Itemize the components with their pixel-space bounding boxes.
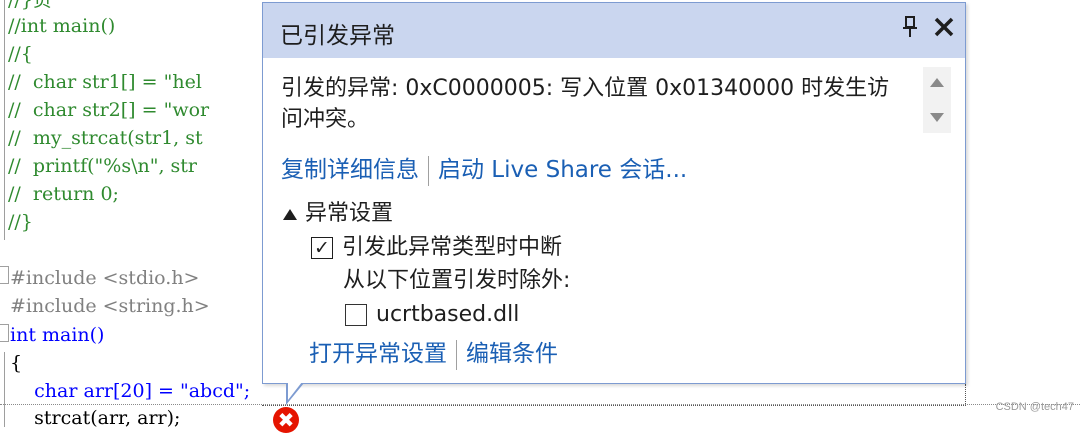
code-text: //{	[8, 43, 33, 65]
except-text: 从以下位置引发时除外:	[343, 268, 571, 293]
ucrtbased-label: ucrtbased.dll	[376, 302, 520, 327]
code-text: char arr[20] = "abcd";	[10, 380, 251, 402]
exception-message: 引发的异常: 0xC0000005: 写入位置 0x01340000 时发生访问…	[281, 76, 890, 132]
code-line: // char str1[] = "hel	[8, 68, 202, 96]
message-scrollbar[interactable]	[923, 67, 951, 133]
exception-settings-label: 异常设置	[305, 201, 394, 226]
code-line: // printf("%s\n", str	[8, 152, 197, 180]
code-text: #include <string.h>	[10, 295, 210, 317]
code-text: // char str2[] = "wor	[8, 99, 210, 121]
pin-icon-svg	[903, 16, 917, 37]
code-line: {	[10, 349, 22, 377]
fold-marker[interactable]	[0, 324, 9, 342]
ucrtbased-checkbox[interactable]	[345, 304, 367, 326]
code-text: // char str1[] = "hel	[8, 71, 202, 93]
break-on-exception-label: 引发此异常类型时中断	[342, 235, 563, 260]
code-line: // return 0;	[8, 180, 119, 208]
copy-details-link[interactable]: 复制详细信息	[281, 157, 419, 183]
module-exclusion-row[interactable]: ucrtbased.dll	[345, 300, 519, 330]
code-text: {	[10, 352, 23, 374]
scroll-down-icon[interactable]	[930, 113, 944, 122]
watermark: CSDN @tech47	[995, 401, 1074, 413]
code-line: #include <stdio.h>	[10, 264, 199, 292]
live-share-link[interactable]: 启动 Live Share 会话...	[438, 157, 687, 183]
fold-guide	[4, 0, 5, 240]
popup-pointer-fill	[288, 382, 302, 400]
open-exception-settings-link[interactable]: 打开异常设置	[309, 341, 447, 367]
fold-marker[interactable]	[0, 266, 9, 284]
exception-popup: 已引发异常 引发的异常: 0xC0000005: 写入位置 0x01340000…	[262, 2, 966, 384]
code-text-main: int main()	[10, 324, 105, 346]
code-line: strcat(arr, arr);	[10, 404, 180, 432]
code-line: int main()	[10, 321, 104, 349]
code-line: // char str2[] = "wor	[8, 96, 209, 124]
break-on-exception-row[interactable]: ✓ 引发此异常类型时中断	[311, 233, 562, 263]
action-links: 复制详细信息 启动 Live Share 会话...	[281, 154, 687, 186]
edit-conditions-link[interactable]: 编辑条件	[466, 341, 558, 367]
code-text: //}负	[8, 0, 52, 11]
popup-title-bar: 已引发异常	[263, 3, 965, 58]
code-line: char arr[20] = "abcd";	[10, 377, 250, 405]
collapse-triangle-icon[interactable]	[283, 208, 297, 220]
popup-title: 已引发异常	[280, 23, 395, 49]
code-line: //int main()	[8, 12, 115, 40]
pin-icon[interactable]	[899, 16, 921, 42]
code-text: //}	[8, 211, 33, 233]
code-text: // printf("%s\n", str	[8, 155, 197, 177]
code-line: //}	[8, 208, 33, 236]
code-text: strcat(arr, arr);	[10, 407, 181, 429]
close-icon[interactable]	[929, 14, 959, 44]
close-icon-svg	[934, 17, 954, 37]
exception-settings-header[interactable]: 异常设置	[283, 199, 393, 229]
code-line: // my_strcat(str1, st	[8, 124, 203, 152]
scroll-up-icon[interactable]	[930, 78, 944, 87]
error-icon[interactable]: ✖	[273, 407, 299, 433]
code-text: // return 0;	[8, 183, 119, 205]
code-line: #include <string.h>	[10, 292, 210, 320]
settings-links: 打开异常设置 编辑条件	[309, 338, 558, 370]
code-text: // my_strcat(str1, st	[8, 127, 203, 149]
popup-anchor-frame	[262, 384, 966, 406]
code-text: #include <stdio.h>	[10, 267, 200, 289]
link-separator	[428, 155, 429, 186]
link-separator	[456, 339, 457, 370]
except-when-thrown-label: 从以下位置引发时除外:	[343, 266, 570, 296]
code-line: //{	[8, 40, 33, 68]
code-text: //int main()	[8, 15, 116, 37]
break-on-exception-checkbox[interactable]: ✓	[311, 237, 333, 259]
code-text: int main()	[10, 324, 104, 346]
